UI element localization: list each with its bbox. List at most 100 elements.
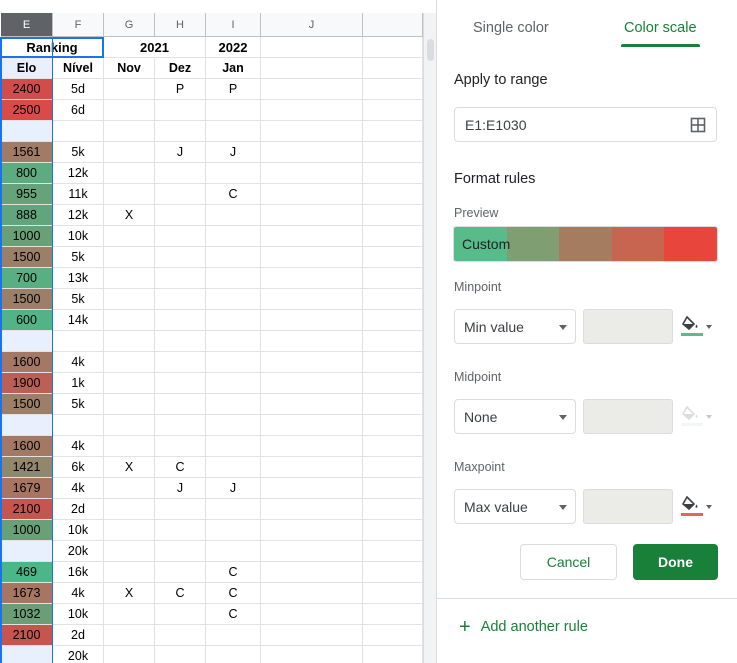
jan-cell[interactable]	[206, 436, 261, 457]
nov-cell[interactable]	[104, 289, 155, 310]
cell-k[interactable]	[363, 541, 423, 562]
nivel-cell[interactable]: 5k	[53, 142, 104, 163]
nivel-cell[interactable]: 4k	[53, 583, 104, 604]
elo-cell[interactable]: 888	[1, 205, 53, 226]
cell-j[interactable]	[261, 646, 363, 663]
nivel-cell[interactable]: 14k	[53, 310, 104, 331]
nov-cell[interactable]	[104, 331, 155, 352]
cell-k[interactable]	[363, 394, 423, 415]
cell-k[interactable]	[363, 100, 423, 121]
nivel-cell[interactable]: 20k	[53, 646, 104, 663]
spreadsheet-grid[interactable]: E F G H I J Ranking 2021 2022 Elo Nível …	[0, 0, 423, 663]
dez-cell[interactable]	[155, 247, 206, 268]
cell-j[interactable]	[261, 541, 363, 562]
nivel-cell[interactable]: 13k	[53, 268, 104, 289]
nov-cell[interactable]	[104, 415, 155, 436]
cell-j[interactable]	[261, 394, 363, 415]
jan-cell[interactable]	[206, 499, 261, 520]
nivel-cell[interactable]: 11k	[53, 184, 104, 205]
cell-j[interactable]	[261, 226, 363, 247]
nivel-cell[interactable]: 4k	[53, 436, 104, 457]
cell-k[interactable]	[363, 457, 423, 478]
cell-k[interactable]	[363, 184, 423, 205]
cell-j[interactable]	[261, 604, 363, 625]
jan-cell[interactable]	[206, 541, 261, 562]
elo-cell[interactable]: 1561	[1, 142, 53, 163]
select-range-grid-icon[interactable]	[690, 117, 706, 133]
dez-cell[interactable]	[155, 499, 206, 520]
nov-cell[interactable]	[104, 142, 155, 163]
nivel-cell[interactable]: 6k	[53, 457, 104, 478]
minpoint-color-button[interactable]	[679, 309, 713, 344]
cell-j[interactable]	[261, 79, 363, 100]
cell-k[interactable]	[363, 163, 423, 184]
jan-cell[interactable]	[206, 163, 261, 184]
cell-k[interactable]	[363, 121, 423, 142]
cell-j[interactable]	[261, 562, 363, 583]
cell-k[interactable]	[363, 562, 423, 583]
cell-k[interactable]	[363, 79, 423, 100]
cell-j[interactable]	[261, 184, 363, 205]
nov-cell[interactable]	[104, 436, 155, 457]
nivel-cell[interactable]	[53, 121, 104, 142]
dez-cell[interactable]	[155, 205, 206, 226]
elo-cell[interactable]	[1, 415, 53, 436]
nivel-cell[interactable]: 12k	[53, 205, 104, 226]
scrollbar-thumb[interactable]	[427, 39, 434, 61]
cell-j[interactable]	[261, 352, 363, 373]
column-header-i[interactable]: I	[206, 13, 261, 37]
cell-j[interactable]	[261, 457, 363, 478]
jan-cell[interactable]	[206, 415, 261, 436]
add-another-rule-button[interactable]: + Add another rule	[459, 617, 588, 637]
dez-cell[interactable]	[155, 331, 206, 352]
jan-header[interactable]: Jan	[206, 58, 261, 79]
year-2021-header[interactable]: 2021	[104, 37, 206, 58]
cell-k1[interactable]	[363, 37, 423, 58]
elo-cell[interactable]: 1900	[1, 373, 53, 394]
nivel-cell[interactable]: 12k	[53, 163, 104, 184]
ranking-header[interactable]: Ranking	[1, 37, 104, 58]
dez-cell[interactable]: C	[155, 457, 206, 478]
dez-cell[interactable]: C	[155, 583, 206, 604]
nov-cell[interactable]	[104, 352, 155, 373]
jan-cell[interactable]	[206, 352, 261, 373]
minpoint-type-dropdown[interactable]: Min value	[454, 309, 576, 344]
cell-j[interactable]	[261, 436, 363, 457]
jan-cell[interactable]	[206, 331, 261, 352]
elo-cell[interactable]: 2500	[1, 100, 53, 121]
jan-cell[interactable]: P	[206, 79, 261, 100]
jan-cell[interactable]: C	[206, 184, 261, 205]
jan-cell[interactable]	[206, 310, 261, 331]
cell-j[interactable]	[261, 415, 363, 436]
jan-cell[interactable]	[206, 289, 261, 310]
jan-cell[interactable]	[206, 394, 261, 415]
tab-color-scale[interactable]: Color scale	[624, 20, 697, 36]
nov-cell[interactable]	[104, 226, 155, 247]
maxpoint-value-input[interactable]	[583, 489, 673, 524]
jan-cell[interactable]	[206, 247, 261, 268]
nov-cell[interactable]	[104, 394, 155, 415]
nov-cell[interactable]	[104, 520, 155, 541]
dez-cell[interactable]	[155, 352, 206, 373]
cell-k[interactable]	[363, 310, 423, 331]
jan-cell[interactable]	[206, 226, 261, 247]
midpoint-value-input[interactable]	[583, 399, 673, 434]
nov-cell[interactable]	[104, 79, 155, 100]
dez-cell[interactable]	[155, 394, 206, 415]
cell-j[interactable]	[261, 100, 363, 121]
elo-cell[interactable]: 1673	[1, 583, 53, 604]
nov-header[interactable]: Nov	[104, 58, 155, 79]
nov-cell[interactable]: X	[104, 457, 155, 478]
cell-j[interactable]	[261, 268, 363, 289]
cell-k[interactable]	[363, 205, 423, 226]
nov-cell[interactable]	[104, 121, 155, 142]
elo-cell[interactable]: 2100	[1, 625, 53, 646]
cell-k[interactable]	[363, 226, 423, 247]
cell-j[interactable]	[261, 331, 363, 352]
cell-k[interactable]	[363, 415, 423, 436]
nivel-cell[interactable]: 6d	[53, 100, 104, 121]
tab-single-color[interactable]: Single color	[473, 20, 549, 36]
dez-cell[interactable]	[155, 541, 206, 562]
nov-cell[interactable]	[104, 373, 155, 394]
elo-cell[interactable]: 1500	[1, 394, 53, 415]
